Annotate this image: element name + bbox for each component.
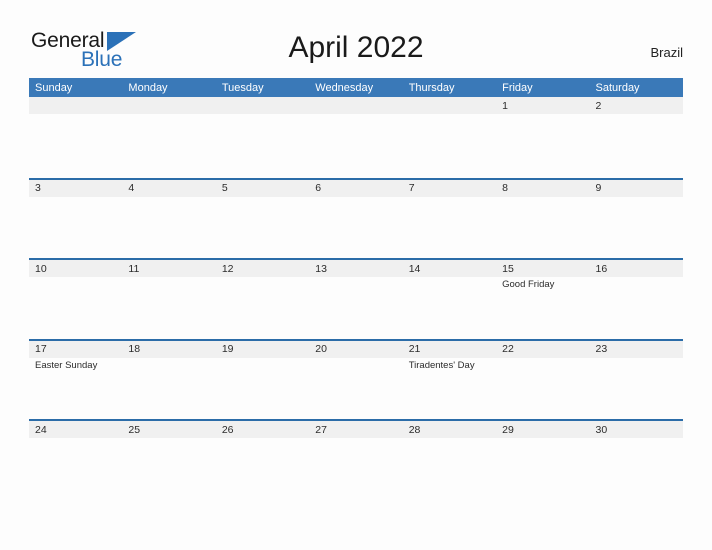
- day-event: Easter Sunday: [35, 359, 98, 371]
- week-date-band: 10 11 12 13 14 15 16: [29, 260, 683, 278]
- day-event: [309, 197, 402, 258]
- day-event: [122, 114, 215, 175]
- day-number[interactable]: 1: [496, 97, 589, 114]
- day-event: [309, 438, 402, 499]
- day-number[interactable]: 20: [309, 341, 402, 358]
- day-number[interactable]: 15: [496, 260, 589, 277]
- day-number[interactable]: 10: [29, 260, 122, 277]
- day-event: [496, 197, 589, 258]
- day-number[interactable]: 30: [590, 421, 683, 438]
- day-number[interactable]: [216, 97, 309, 114]
- week-event-row: [29, 197, 683, 258]
- week-event-row: Easter Sunday Tiradentes' Day: [29, 358, 683, 419]
- day-number[interactable]: 23: [590, 341, 683, 358]
- day-event: [590, 358, 683, 419]
- day-event: [29, 114, 122, 175]
- day-number[interactable]: 19: [216, 341, 309, 358]
- day-event: [403, 114, 496, 175]
- day-event: [29, 277, 122, 338]
- weekday-friday: Friday: [502, 81, 533, 94]
- day-number[interactable]: 25: [122, 421, 215, 438]
- day-number[interactable]: 26: [216, 421, 309, 438]
- day-number[interactable]: 17: [29, 341, 122, 358]
- week-event-row: Good Friday: [29, 277, 683, 338]
- day-event: [216, 277, 309, 338]
- day-number[interactable]: 12: [216, 260, 309, 277]
- day-event: [216, 114, 309, 175]
- region-label: Brazil: [650, 45, 683, 60]
- day-event: [216, 438, 309, 499]
- day-number[interactable]: 6: [309, 180, 402, 197]
- day-number[interactable]: [403, 97, 496, 114]
- day-event: [590, 114, 683, 175]
- day-event: [403, 438, 496, 499]
- day-event: [496, 358, 589, 419]
- day-number[interactable]: 21: [403, 341, 496, 358]
- page-title: April 2022: [288, 31, 424, 64]
- day-event: [216, 358, 309, 419]
- week-event-row: [29, 438, 683, 499]
- weekday-thursday: Thursday: [408, 81, 455, 94]
- day-event: [590, 197, 683, 258]
- weekday-header-row: Sunday Monday Tuesday Wednesday Thursday…: [29, 78, 683, 97]
- day-number[interactable]: 16: [590, 260, 683, 277]
- week-date-band: 17 18 19 20 21 22 23: [29, 340, 683, 358]
- day-number[interactable]: [29, 97, 122, 114]
- day-number[interactable]: 3: [29, 180, 122, 197]
- calendar-page: General Blue April 2022 Brazil Sunday Mo…: [0, 0, 712, 550]
- weekday-tuesday: Tuesday: [221, 81, 264, 94]
- day-event: [29, 438, 122, 499]
- day-number[interactable]: 27: [309, 421, 402, 438]
- week-date-band: 24 25 26 27 28 29 30: [29, 421, 683, 439]
- weekday-sunday: Sunday: [35, 81, 73, 94]
- day-number[interactable]: 2: [590, 97, 683, 114]
- day-number[interactable]: 9: [590, 180, 683, 197]
- day-number[interactable]: 7: [403, 180, 496, 197]
- weekday-monday: Monday: [128, 81, 168, 94]
- day-event: Tiradentes' Day: [408, 359, 475, 371]
- weekday-saturday: Saturday: [595, 81, 640, 94]
- day-number[interactable]: 18: [122, 341, 215, 358]
- page-header: General Blue April 2022 Brazil: [0, 0, 712, 74]
- day-number[interactable]: 14: [403, 260, 496, 277]
- day-number[interactable]: [309, 97, 402, 114]
- day-event: [122, 277, 215, 338]
- week-row: 1 2: [29, 97, 683, 178]
- day-number[interactable]: 13: [309, 260, 402, 277]
- day-number[interactable]: 24: [29, 421, 122, 438]
- day-event: [309, 358, 402, 419]
- week-row: 10 11 12 13 14 15 16 Good Friday: [29, 258, 683, 339]
- day-event: [496, 114, 589, 175]
- day-event: [496, 438, 589, 499]
- day-number[interactable]: 8: [496, 180, 589, 197]
- week-date-band: 1 2: [29, 97, 683, 114]
- day-event: [309, 277, 402, 338]
- day-event: [403, 277, 496, 338]
- day-event: [122, 438, 215, 499]
- day-event: [590, 277, 683, 338]
- day-number[interactable]: [122, 97, 215, 114]
- day-event: Good Friday: [502, 279, 555, 291]
- day-event: [590, 438, 683, 499]
- calendar-grid: Sunday Monday Tuesday Wednesday Thursday…: [29, 78, 683, 500]
- day-event: [122, 197, 215, 258]
- day-event: [216, 197, 309, 258]
- week-date-band: 3 4 5 6 7 8 9: [29, 179, 683, 197]
- week-row: 17 18 19 20 21 22 23 Easter Sunday Tirad…: [29, 338, 683, 420]
- week-event-row: [29, 114, 683, 175]
- weekday-wednesday: Wednesday: [315, 81, 374, 94]
- day-number[interactable]: 5: [216, 180, 309, 197]
- week-row: 3 4 5 6 7 8 9: [29, 177, 683, 259]
- day-event: [29, 197, 122, 258]
- day-number[interactable]: 22: [496, 341, 589, 358]
- day-event: [403, 197, 496, 258]
- day-number[interactable]: 28: [403, 421, 496, 438]
- week-row: 24 25 26 27 28 29 30: [29, 419, 683, 500]
- day-number[interactable]: 4: [122, 180, 215, 197]
- day-event: [309, 114, 402, 175]
- day-number[interactable]: 11: [122, 260, 215, 277]
- day-event: [122, 358, 215, 419]
- day-number[interactable]: 29: [496, 421, 589, 438]
